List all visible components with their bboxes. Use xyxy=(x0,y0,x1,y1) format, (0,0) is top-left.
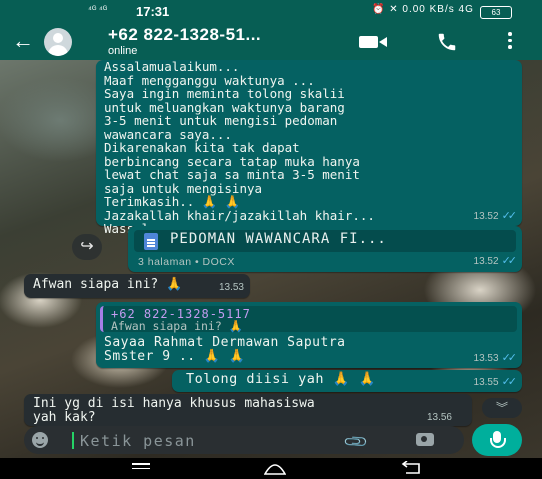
message-meta: 13.53 ✓✓ xyxy=(473,351,518,366)
message-bubble-outgoing[interactable]: Assalamualaikum... Maaf mengganggu waktu… xyxy=(96,60,522,235)
message-time: 13.53 xyxy=(218,281,244,293)
system-navigation-bar xyxy=(0,458,542,479)
avatar-head-shape xyxy=(53,33,63,43)
contact-name[interactable]: +62 822-1328-51... xyxy=(108,25,261,45)
read-receipt-icon: ✓✓ xyxy=(501,375,518,388)
message-text: Assalamualaikum... Maaf mengganggu waktu… xyxy=(104,59,375,235)
voice-call-icon[interactable] xyxy=(436,31,458,53)
document-message-bubble[interactable]: PEDOMAN WAWANCARA FI... 3 halaman • DOCX… xyxy=(128,226,522,272)
nav-back-icon[interactable] xyxy=(400,461,422,475)
video-call-icon[interactable] xyxy=(358,34,388,50)
quoted-text: Afwan siapa ini? 🙏 xyxy=(111,319,244,333)
message-bubble-outgoing[interactable]: Tolong diisi yah 🙏 🙏 13.55 ✓✓ xyxy=(172,370,522,392)
reply-message-bubble[interactable]: +62 822-1328-5117 Afwan siapa ini? 🙏 Say… xyxy=(96,302,522,368)
message-time: 13.52 xyxy=(473,255,499,267)
signal-indicator: ⁴ᴳ ⁴ᴳ xyxy=(88,4,108,14)
more-options-icon[interactable] xyxy=(506,32,514,52)
camera-icon[interactable] xyxy=(416,433,434,446)
attach-icon[interactable]: 📎 xyxy=(342,428,370,456)
mic-button[interactable] xyxy=(472,424,522,456)
avatar[interactable] xyxy=(44,28,72,56)
battery-icon: 63 xyxy=(480,6,512,19)
read-receipt-icon: ✓✓ xyxy=(501,351,518,364)
avatar-body-shape xyxy=(48,45,68,56)
home-icon[interactable] xyxy=(264,460,286,476)
mic-stand-shape xyxy=(490,438,506,448)
status-bar: ⁴ᴳ ⁴ᴳ 17:31 ⏰ ✕ 0.00 KB/s 4G 63 xyxy=(0,0,542,22)
message-text: Afwan siapa ini? 🙏 xyxy=(33,277,183,292)
scroll-down-icon[interactable]: ︾ xyxy=(482,398,522,418)
message-time: 13.53 xyxy=(473,352,499,364)
document-meta: 3 halaman • DOCX xyxy=(138,256,235,268)
recent-apps-icon[interactable] xyxy=(132,463,150,473)
message-time: 13.55 xyxy=(473,376,499,388)
chat-header: ← +62 822-1328-51... online xyxy=(0,22,542,60)
text-caret xyxy=(72,432,74,449)
document-icon xyxy=(144,233,158,250)
emoji-icon[interactable] xyxy=(32,432,48,448)
message-input[interactable] xyxy=(78,430,332,452)
status-time: 17:31 xyxy=(136,4,170,19)
message-meta: 13.53 xyxy=(219,281,244,295)
status-indicators: ⏰ ✕ 0.00 KB/s 4G xyxy=(372,4,474,15)
message-bubble-incoming[interactable]: Ini yg di isi hanya khusus mahasiswa yah… xyxy=(24,394,472,426)
read-receipt-icon: ✓✓ xyxy=(501,254,518,267)
contact-status: online xyxy=(108,45,138,57)
message-text: Tolong diisi yah 🙏 🙏 xyxy=(186,371,376,387)
message-meta: 13.55 ✓✓ xyxy=(473,375,518,390)
message-time: 13.56 xyxy=(426,411,452,423)
read-receipt-icon: ✓✓ xyxy=(501,209,518,222)
document-name: PEDOMAN WAWANCARA FI... xyxy=(170,231,387,247)
message-meta: 13.52 ✓✓ xyxy=(473,209,518,224)
message-text: Sayaa Rahmat Dermawan Saputra Smster 9 .… xyxy=(104,335,346,364)
forward-icon[interactable]: ↪ xyxy=(72,234,102,260)
message-text: Ini yg di isi hanya khusus mahasiswa yah… xyxy=(33,396,315,425)
message-composer: 📎 xyxy=(24,426,464,456)
message-time: 13.52 xyxy=(473,210,499,222)
message-bubble-incoming[interactable]: Afwan siapa ini? 🙏 13.53 xyxy=(24,274,250,298)
back-arrow-icon[interactable]: ← xyxy=(12,28,34,54)
message-meta: 13.52 ✓✓ xyxy=(473,254,518,269)
document-preview[interactable]: PEDOMAN WAWANCARA FI... xyxy=(134,230,516,252)
message-meta: 13.56 xyxy=(427,411,452,425)
quoted-message[interactable]: +62 822-1328-5117 Afwan siapa ini? 🙏 xyxy=(100,306,517,333)
